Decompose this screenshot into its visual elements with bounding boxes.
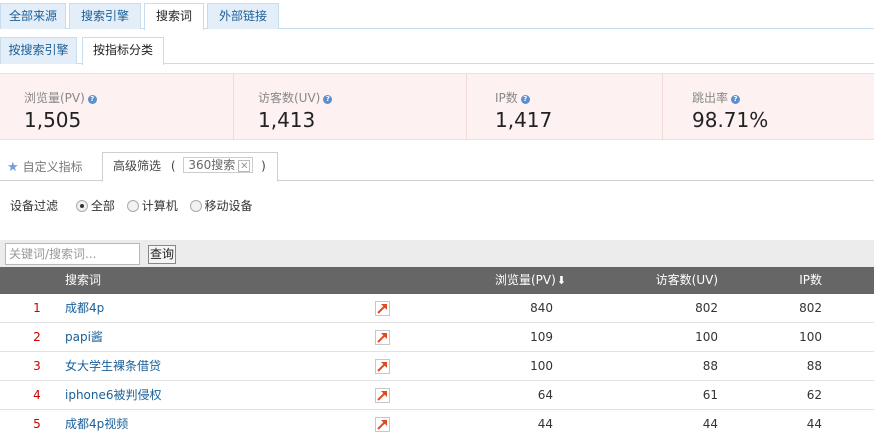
- summary-stats: 浏览量(PV)? 1,505 访客数(UV)? 1,413 IP数? 1,417…: [0, 73, 874, 140]
- help-icon[interactable]: ?: [323, 95, 333, 104]
- uv-value: 61: [702, 388, 718, 402]
- row-index: 5: [33, 417, 41, 431]
- table-row: 5 成都4p视频 44 44 44: [0, 410, 874, 432]
- custom-metrics-label: 自定义指标: [22, 160, 83, 174]
- tab-all-sources[interactable]: 全部来源: [0, 3, 66, 29]
- search-input[interactable]: [5, 243, 140, 265]
- col-uv[interactable]: 访客数(UV): [656, 267, 718, 294]
- uv-value: 44: [702, 417, 718, 431]
- trend-arrow-icon[interactable]: [375, 359, 390, 374]
- tab-external-links[interactable]: 外部链接: [207, 3, 279, 29]
- radio[interactable]: [189, 200, 202, 212]
- group-tabs: 按搜索引擎 按指标分类: [0, 36, 874, 65]
- search-bar: 查询: [0, 240, 874, 267]
- device-filter: 设备过滤 全部 计算机 移动设备: [10, 197, 261, 214]
- stat-ip: IP数? 1,417: [466, 74, 662, 140]
- col-ip[interactable]: IP数: [799, 267, 822, 294]
- device-option-computer[interactable]: 计算机: [126, 199, 178, 213]
- filter-toolbar: ★ 自定义指标 高级筛选 ( 360搜索 ✕ ): [0, 152, 874, 182]
- stat-label: IP数: [495, 91, 518, 105]
- table-row: 3 女大学生裸条借贷 100 88 88: [0, 352, 874, 381]
- filter-chip: 360搜索 ✕: [183, 157, 254, 173]
- source-tabs: 全部来源 搜索引擎 搜索词 外部链接: [0, 0, 874, 30]
- close-icon[interactable]: ✕: [238, 160, 251, 172]
- keyword-link[interactable]: 成都4p: [65, 294, 104, 322]
- star-icon: ★: [7, 160, 19, 175]
- pv-value: 100: [530, 359, 553, 373]
- tab-search-terms[interactable]: 搜索词: [144, 3, 204, 30]
- pv-value: 840: [530, 301, 553, 315]
- sort-desc-icon: ⬇: [556, 274, 566, 287]
- tab-by-metric[interactable]: 按指标分类: [82, 37, 164, 65]
- radio[interactable]: [126, 200, 139, 212]
- table-header: 搜索词 浏览量(PV)⬇ 访客数(UV) IP数: [0, 267, 874, 294]
- ip-value: 88: [806, 359, 822, 373]
- stat-value: 1,505: [24, 108, 82, 132]
- keyword-link[interactable]: 成都4p视频: [65, 410, 128, 432]
- ip-value: 62: [806, 388, 822, 402]
- row-index: 1: [33, 301, 41, 315]
- advanced-filter-label: 高级筛选: [113, 159, 162, 173]
- paren-open: (: [170, 159, 176, 173]
- trend-arrow-icon[interactable]: [375, 417, 390, 432]
- stat-pv: 浏览量(PV)? 1,505: [0, 74, 232, 140]
- device-option-mobile[interactable]: 移动设备: [189, 199, 253, 213]
- help-icon[interactable]: ?: [520, 95, 530, 104]
- table-row: 4 iphone6被判侵权 64 61 62: [0, 381, 874, 410]
- uv-value: 802: [695, 301, 718, 315]
- col-pv[interactable]: 浏览量(PV)⬇: [495, 267, 566, 294]
- pv-value: 64: [537, 388, 553, 402]
- keyword-link[interactable]: papi酱: [65, 323, 103, 351]
- advanced-filter-tab[interactable]: 高级筛选 ( 360搜索 ✕ ): [102, 152, 278, 182]
- stat-bounce: 跳出率? 98.71%: [662, 74, 874, 140]
- help-icon[interactable]: ?: [731, 95, 741, 104]
- row-index: 4: [33, 388, 41, 402]
- pv-value: 44: [537, 417, 553, 431]
- table-row: 1 成都4p 840 802 802: [0, 294, 874, 323]
- help-icon[interactable]: ?: [87, 95, 97, 104]
- tab-search-engine[interactable]: 搜索引擎: [69, 3, 141, 29]
- col-search-term[interactable]: 搜索词: [65, 267, 101, 294]
- uv-value: 100: [695, 330, 718, 344]
- table-row: 2 papi酱 109 100 100: [0, 323, 874, 352]
- uv-value: 88: [702, 359, 718, 373]
- stat-label: 浏览量(PV): [24, 91, 85, 105]
- stat-label: 访客数(UV): [258, 91, 321, 105]
- row-index: 2: [33, 330, 41, 344]
- pv-value: 109: [530, 330, 553, 344]
- stat-value: 1,413: [258, 108, 316, 132]
- row-index: 3: [33, 359, 41, 373]
- filter-chip-label: 360搜索: [188, 158, 236, 172]
- ip-value: 44: [806, 417, 822, 431]
- paren-close: ): [261, 159, 266, 173]
- search-button[interactable]: 查询: [148, 245, 176, 264]
- ip-value: 802: [799, 301, 822, 315]
- stat-value: 1,417: [495, 108, 553, 132]
- trend-arrow-icon[interactable]: [375, 330, 390, 345]
- keyword-link[interactable]: iphone6被判侵权: [65, 381, 162, 409]
- tab-by-engine[interactable]: 按搜索引擎: [0, 37, 77, 64]
- trend-arrow-icon[interactable]: [375, 388, 390, 403]
- keyword-link[interactable]: 女大学生裸条借贷: [65, 352, 161, 380]
- custom-metrics-link[interactable]: ★ 自定义指标: [7, 158, 83, 175]
- ip-value: 100: [799, 330, 822, 344]
- radio-checked[interactable]: [75, 200, 88, 212]
- device-filter-label: 设备过滤: [10, 199, 59, 213]
- trend-arrow-icon[interactable]: [375, 301, 390, 316]
- device-option-all[interactable]: 全部: [75, 199, 115, 213]
- stat-label: 跳出率: [692, 91, 729, 105]
- stat-uv: 访客数(UV)? 1,413: [233, 74, 466, 140]
- stat-value: 98.71%: [692, 108, 769, 132]
